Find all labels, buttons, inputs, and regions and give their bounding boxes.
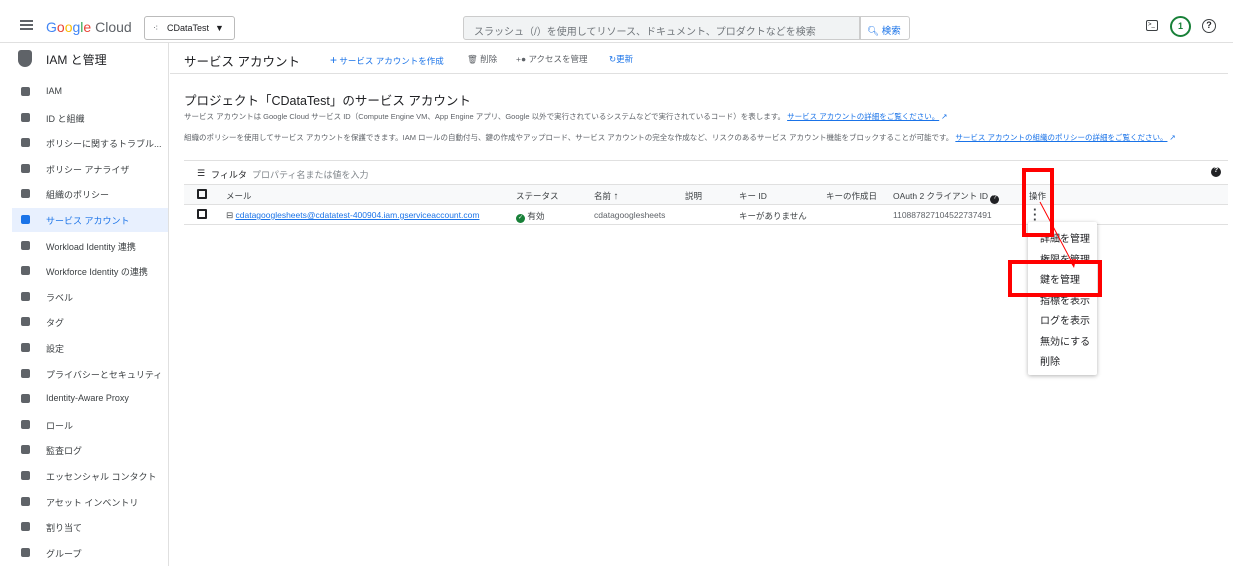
annotation-arrow bbox=[1039, 201, 1076, 268]
